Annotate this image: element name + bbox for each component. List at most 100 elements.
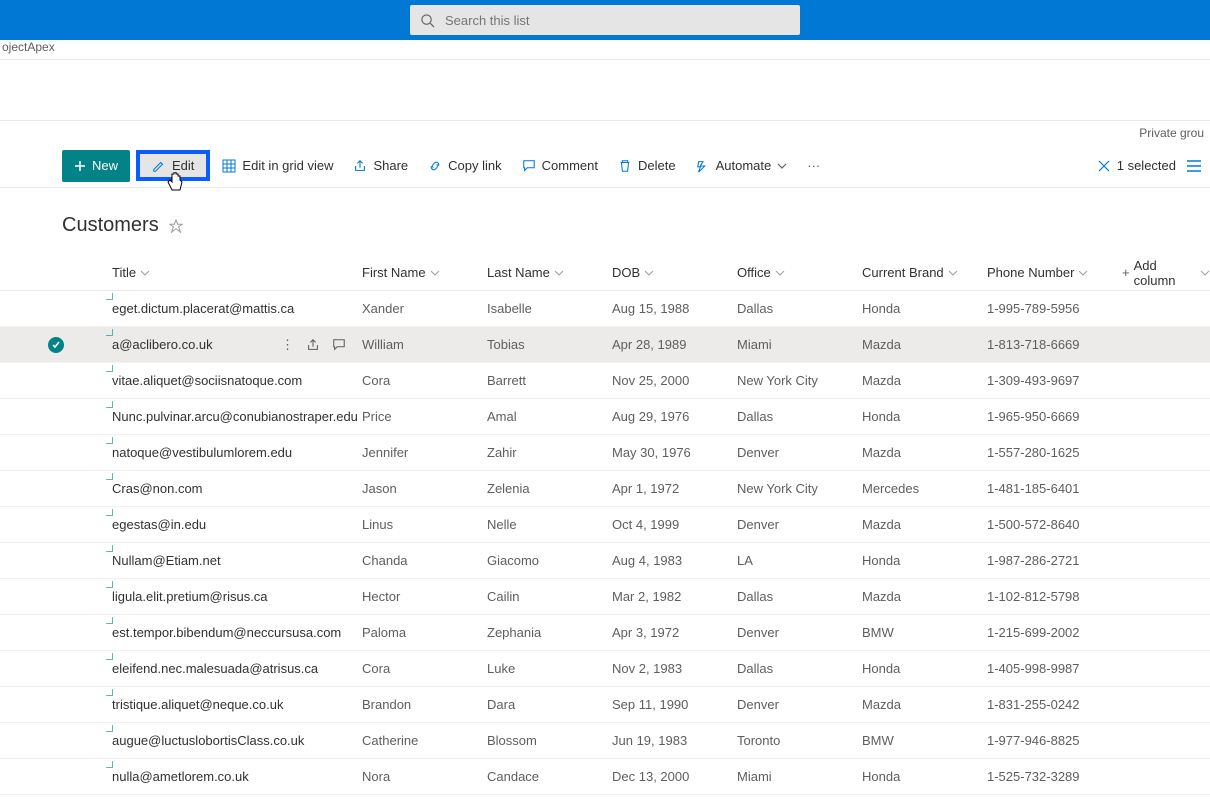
col-phone[interactable]: Phone Number (987, 265, 1122, 280)
cell-phone: 1-500-572-8640 (987, 517, 1122, 532)
table-row[interactable]: Cras@non.comJasonZeleniaApr 1, 1972New Y… (0, 471, 1210, 507)
cell-dob: Apr 28, 1989 (612, 337, 737, 352)
comment-label: Comment (542, 158, 598, 173)
row-title-link[interactable]: nulla@ametlorem.co.uk (112, 769, 249, 784)
col-last-name[interactable]: Last Name (487, 265, 612, 280)
chevron-down-icon (644, 268, 654, 278)
cell-phone: 1-977-946-8825 (987, 733, 1122, 748)
col-title[interactable]: Title (112, 265, 362, 280)
cell-office: New York City (737, 481, 862, 496)
clear-selection[interactable]: 1 selected (1097, 158, 1176, 173)
more-button[interactable]: ··· (797, 150, 830, 182)
row-comment-icon[interactable] (332, 338, 346, 352)
edit-grid-button[interactable]: Edit in grid view (212, 150, 343, 182)
cell-brand: Mazda (862, 337, 987, 352)
row-title-link[interactable]: eleifend.nec.malesuada@atrisus.ca (112, 661, 318, 676)
search-input[interactable] (443, 12, 790, 29)
col-first-name[interactable]: First Name (362, 265, 487, 280)
cell-phone: 1-813-718-6669 (987, 337, 1122, 352)
row-title-link[interactable]: egestas@in.edu (112, 517, 206, 532)
row-title-link[interactable]: ligula.elit.pretium@risus.ca (112, 589, 268, 604)
col-brand[interactable]: Current Brand (862, 265, 987, 280)
cell-phone: 1-965-950-6669 (987, 409, 1122, 424)
table-row[interactable]: vitae.aliquet@sociisnatoque.comCoraBarre… (0, 363, 1210, 399)
favorite-star-icon[interactable] (169, 219, 183, 233)
table-row[interactable]: augue@luctuslobortisClass.co.ukCatherine… (0, 723, 1210, 759)
suite-header (0, 0, 1210, 40)
table-row[interactable]: eget.dictum.placerat@mattis.caXanderIsab… (0, 291, 1210, 327)
delete-button[interactable]: Delete (608, 150, 686, 182)
cell-brand: Mercedes (862, 481, 987, 496)
list-title: Customers (62, 214, 159, 237)
plus-icon: + (1122, 265, 1130, 280)
edit-grid-label: Edit in grid view (242, 158, 333, 173)
table-row[interactable]: egestas@in.eduLinusNelleOct 4, 1999Denve… (0, 507, 1210, 543)
cell-last: Nelle (487, 517, 612, 532)
delete-label: Delete (638, 158, 676, 173)
automate-label: Automate (716, 158, 772, 173)
row-title-link[interactable]: a@aclibero.co.uk (112, 337, 213, 352)
cell-dob: Aug 4, 1983 (612, 553, 737, 568)
cell-first: Cora (362, 661, 487, 676)
table-row[interactable]: a@aclibero.co.uk⋮WilliamTobiasApr 28, 19… (0, 327, 1210, 363)
table-row[interactable]: est.tempor.bibendum@neccursusa.com Paloma… (0, 615, 1210, 651)
cell-first: Brandon (362, 697, 487, 712)
row-title-link[interactable]: est.tempor.bibendum@neccursusa.com (112, 625, 341, 640)
chevron-down-icon (140, 268, 150, 278)
new-button[interactable]: New (62, 150, 130, 182)
row-title-link[interactable]: Cras@non.com (112, 481, 203, 496)
chevron-down-icon (1200, 268, 1210, 278)
col-office[interactable]: Office (737, 265, 862, 280)
table-row[interactable]: nulla@ametlorem.co.ukNoraCandaceDec 13, … (0, 759, 1210, 795)
cell-first: Paloma (362, 625, 487, 640)
row-title-link[interactable]: Nullam@Etiam.net (112, 553, 221, 568)
edit-button-label: Edit (172, 158, 194, 173)
col-dob[interactable]: DOB (612, 265, 737, 280)
row-title-link[interactable]: eget.dictum.placerat@mattis.ca (112, 301, 294, 316)
cell-brand: Honda (862, 769, 987, 784)
share-button[interactable]: Share (343, 150, 418, 182)
copylink-button[interactable]: Copy link (418, 150, 511, 182)
cell-office: LA (737, 553, 862, 568)
cell-phone: 1-309-493-9697 (987, 373, 1122, 388)
cell-first: Cora (362, 373, 487, 388)
cell-dob: Aug 15, 1988 (612, 301, 737, 316)
table-row[interactable]: eleifend.nec.malesuada@atrisus.ca CoraLuk… (0, 651, 1210, 687)
row-title-link[interactable]: natoque@vestibulumlorem.edu (112, 445, 292, 460)
comment-button[interactable]: Comment (512, 150, 608, 182)
cell-dob: Dec 13, 2000 (612, 769, 737, 784)
cell-brand: BMW (862, 625, 987, 640)
edit-button[interactable]: Edit (136, 150, 210, 181)
group-privacy-label: Private grou (0, 120, 1210, 144)
row-title-link[interactable]: Nunc.pulvinar.arcu@conubianostraper.edu (112, 409, 358, 424)
cell-first: Xander (362, 301, 487, 316)
cell-phone: 1-995-789-5956 (987, 301, 1122, 316)
table-row[interactable]: Nunc.pulvinar.arcu@conubianostraper.eduP… (0, 399, 1210, 435)
table-row[interactable]: Nullam@Etiam.netChandaGiacomoAug 4, 1983… (0, 543, 1210, 579)
view-switch-icon[interactable] (1186, 159, 1202, 173)
table-row[interactable]: ligula.elit.pretium@risus.caHectorCailin… (0, 579, 1210, 615)
add-column[interactable]: +Add column (1122, 258, 1210, 288)
cell-dob: Aug 29, 1976 (612, 409, 737, 424)
automate-button[interactable]: Automate (686, 150, 798, 182)
table-row[interactable]: natoque@vestibulumlorem.eduJenniferZahir… (0, 435, 1210, 471)
row-more-icon[interactable]: ⋮ (281, 337, 294, 353)
cell-phone: 1-481-185-6401 (987, 481, 1122, 496)
check-icon[interactable] (48, 337, 64, 353)
cell-dob: Nov 25, 2000 (612, 373, 737, 388)
search-box[interactable] (410, 5, 800, 35)
table-row[interactable]: tristique.aliquet@neque.co.ukBrandonDara… (0, 687, 1210, 723)
cell-dob: Apr 1, 1972 (612, 481, 737, 496)
cell-brand: Mazda (862, 589, 987, 604)
row-title-link[interactable]: tristique.aliquet@neque.co.uk (112, 697, 283, 712)
row-title-link[interactable]: augue@luctuslobortisClass.co.uk (112, 733, 304, 748)
copylink-label: Copy link (448, 158, 501, 173)
cell-dob: Sep 11, 1990 (612, 697, 737, 712)
cell-first: William (362, 337, 487, 352)
row-title-link[interactable]: vitae.aliquet@sociisnatoque.com (112, 373, 302, 388)
cell-office: Denver (737, 445, 862, 460)
row-share-icon[interactable] (306, 338, 320, 352)
cell-last: Zahir (487, 445, 612, 460)
cell-last: Luke (487, 661, 612, 676)
cell-office: Dallas (737, 301, 862, 316)
